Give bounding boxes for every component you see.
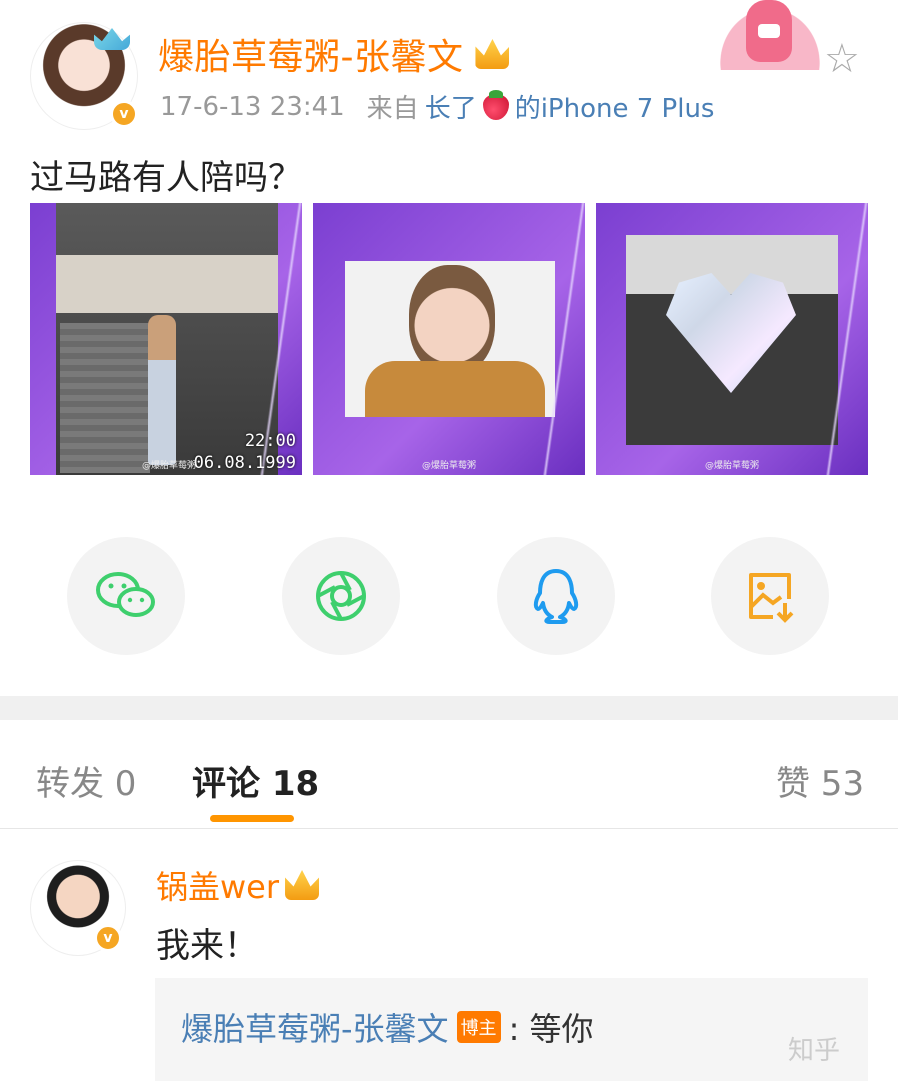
source-prefix: 来自 [366, 94, 419, 124]
post-text: 过马路有人陪吗？ [30, 158, 302, 198]
favorite-star-icon[interactable]: ☆ [824, 36, 860, 82]
tab-comment[interactable]: 评论 18 [192, 756, 319, 805]
save-image-button[interactable] [711, 537, 829, 655]
commenter-avatar[interactable]: v [30, 860, 126, 956]
image-watermark: @爆胎草莓粥 [142, 461, 197, 471]
reply-box[interactable]: 爆胎草莓粥-张馨文 博主 : 等你 [155, 978, 868, 1081]
author-name[interactable]: 爆胎草莓粥-张馨文 [158, 37, 464, 78]
image-watermark: @爆胎草莓粥 [421, 461, 476, 471]
portrait-face [409, 265, 495, 375]
post-image-2[interactable]: @爆胎草莓粥 [313, 203, 585, 475]
image-watermark: @爆胎草莓粥 [704, 461, 759, 471]
avatar-crown-icon [94, 28, 130, 50]
share-qq-button[interactable] [497, 537, 615, 655]
source-name-a[interactable]: 长了 [425, 88, 477, 125]
post-meta: 17-6-13 23:41 来自 长了 的iPhone 7 Plus [160, 88, 714, 125]
qq-icon [533, 569, 579, 624]
decorative-sticker [712, 0, 828, 70]
vip-crown-icon [285, 870, 320, 900]
commenter-name-row[interactable]: 锅盖wer [156, 862, 320, 908]
photo-caption-time: 22:00 [244, 431, 296, 451]
active-tab-indicator [210, 815, 294, 822]
op-tag-badge: 博主 [456, 1011, 501, 1043]
post-image-1[interactable]: 22:00 06.08.1999 @爆胎草莓粥 [30, 203, 302, 475]
author-name-row[interactable]: 爆胎草莓粥-张馨文 [158, 28, 510, 80]
author-avatar[interactable]: v [30, 22, 138, 130]
commenter-name[interactable]: 锅盖wer [156, 862, 279, 908]
monster-sticker-icon [746, 0, 792, 62]
shop-sign [56, 255, 278, 313]
section-divider [0, 696, 898, 720]
reply-author[interactable]: 爆胎草莓粥-张馨文 [181, 1004, 449, 1050]
source-name-b[interactable]: 的iPhone 7 Plus [515, 88, 715, 125]
photo-caption-date: 06.08.1999 [193, 453, 296, 473]
save-image-icon [749, 573, 794, 623]
post-timestamp: 17-6-13 23:41 [160, 91, 345, 122]
wechat-icon [96, 572, 155, 617]
verified-badge-icon: v [94, 924, 122, 952]
moments-icon [316, 571, 366, 621]
tab-like[interactable]: 赞 53 [776, 756, 864, 805]
tab-repost[interactable]: 转发 0 [36, 756, 136, 805]
reply-line: 爆胎草莓粥-张馨文 博主 : 等你 [181, 1004, 594, 1050]
portrait-frame [345, 261, 555, 417]
shutter [60, 323, 150, 473]
person-figure [148, 315, 176, 465]
comment-text: 我来！ [156, 926, 258, 966]
verified-badge-icon: v [110, 100, 138, 128]
tab-divider [0, 828, 898, 829]
strawberry-icon [482, 89, 509, 120]
reply-text: : 等你 [508, 1010, 594, 1048]
share-wechat-button[interactable] [67, 537, 185, 655]
share-moments-button[interactable] [282, 537, 400, 655]
site-watermark: 知乎 [788, 1036, 841, 1066]
vip-crown-icon [475, 39, 510, 69]
portrait-cardigan [365, 361, 545, 417]
post-image-3[interactable]: @爆胎草莓粥 [596, 203, 868, 475]
